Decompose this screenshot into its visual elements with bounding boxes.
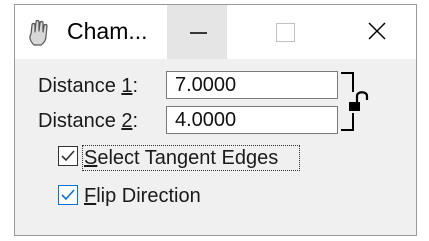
select-tangent-edges-label-rest: elect Tangent Edges xyxy=(97,147,279,169)
distance-1-label-prefix: Distance xyxy=(38,75,122,97)
minimize-button[interactable] xyxy=(167,5,227,59)
title-bar[interactable]: Cham... xyxy=(15,5,416,59)
flip-direction-label[interactable]: Flip Direction xyxy=(84,185,201,208)
flip-direction-checkbox[interactable] xyxy=(58,185,78,205)
distance-2-label-mnemonic: 2 xyxy=(121,110,133,132)
distance-2-label: Distance 2: xyxy=(38,110,138,133)
distance-1-label: Distance 1: xyxy=(38,75,138,98)
flip-direction-label-rest: lip Direction xyxy=(96,185,201,207)
window-title: Cham... xyxy=(67,18,148,44)
distance-1-input[interactable] xyxy=(166,71,338,99)
flip-direction-mnemonic: F xyxy=(84,185,97,207)
distance-1-label-suffix: : xyxy=(132,75,139,97)
maximize-icon xyxy=(276,23,295,42)
select-tangent-edges-mnemonic: S xyxy=(84,147,98,169)
minimize-icon xyxy=(190,32,207,34)
padlock-open-icon[interactable] xyxy=(340,70,380,134)
select-tangent-edges-checkbox[interactable] xyxy=(58,146,78,166)
distance-1-label-mnemonic: 1 xyxy=(121,75,133,97)
select-tangent-edges-label[interactable]: Select Tangent Edges xyxy=(84,147,278,170)
hand-pointer-icon xyxy=(29,19,48,46)
maximize-button xyxy=(255,5,315,59)
chamfer-dialog: Cham... Distance 1: Distance 2: xyxy=(14,4,417,236)
checkmark-icon xyxy=(61,150,75,162)
checkmark-icon xyxy=(61,189,75,201)
distance-2-label-prefix: Distance xyxy=(38,110,122,132)
close-icon xyxy=(368,22,386,40)
distance-2-label-suffix: : xyxy=(132,110,139,132)
close-button[interactable] xyxy=(347,5,407,59)
distance-2-input[interactable] xyxy=(166,106,338,134)
